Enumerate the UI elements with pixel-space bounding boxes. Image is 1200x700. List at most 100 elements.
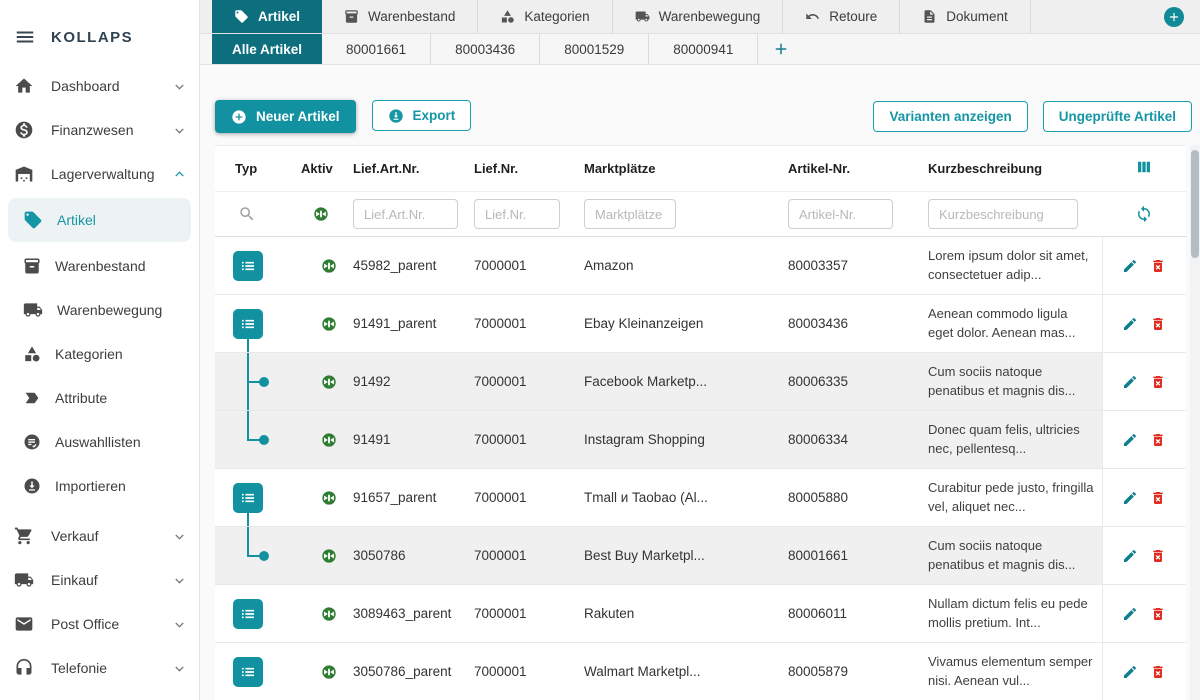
type-list-icon[interactable]	[233, 657, 263, 687]
tab-kategorien[interactable]: Kategorien	[478, 0, 612, 33]
table-row-child[interactable]: 3050786 7000001 Best Buy Marketpl... 800…	[215, 527, 1186, 585]
cell-marktplaetze: Instagram Shopping	[576, 411, 780, 469]
sidebar-item-finanzwesen[interactable]: Finanzwesen	[0, 108, 199, 152]
inventory-box-icon	[23, 257, 41, 275]
sidebar-item-kategorien[interactable]: Kategorien	[0, 332, 199, 376]
edit-icon[interactable]	[1122, 432, 1138, 448]
warehouse-icon	[14, 164, 34, 184]
cell-marktplaetze: Tmall и Taobao (Al...	[576, 469, 780, 527]
table-row-child[interactable]: 91492 7000001 Facebook Marketp... 800063…	[215, 353, 1186, 411]
sidebar-item-post-office[interactable]: Post Office	[0, 602, 199, 646]
sidebar-item-dashboard[interactable]: Dashboard	[0, 64, 199, 108]
button-label: Ungeprüfte Artikel	[1059, 109, 1176, 124]
export-button[interactable]: Export	[372, 100, 472, 131]
edit-icon[interactable]	[1122, 374, 1138, 390]
scrollbar-track[interactable]	[1190, 145, 1200, 700]
sidebar-item-attribute[interactable]: Attribute	[0, 376, 199, 420]
filter-lief-art-nr-input[interactable]	[353, 199, 458, 229]
delete-icon[interactable]	[1150, 548, 1166, 564]
tab-dokument[interactable]: Dokument	[900, 0, 1031, 33]
add-circle-icon	[231, 109, 247, 125]
dollar-circle-icon	[14, 120, 34, 140]
hamburger-menu-icon[interactable]	[14, 26, 36, 48]
sidebar-item-verkauf[interactable]: Verkauf	[0, 514, 199, 558]
tab-retoure[interactable]: Retoure	[783, 0, 900, 33]
delete-icon[interactable]	[1150, 316, 1166, 332]
filter-artikel-nr-input[interactable]	[788, 199, 893, 229]
table-row[interactable]: 45982_parent 7000001 Amazon 80003357 Lor…	[215, 237, 1186, 295]
table-row[interactable]: 3089463_parent 7000001 Rakuten 80006011 …	[215, 585, 1186, 643]
delete-icon[interactable]	[1150, 490, 1166, 506]
delete-icon[interactable]	[1150, 432, 1166, 448]
table-row[interactable]: 91657_parent 7000001 Tmall и Taobao (Al.…	[215, 469, 1186, 527]
cell-lief-art-nr: 45982_parent	[345, 237, 466, 295]
unchecked-articles-button[interactable]: Ungeprüfte Artikel	[1043, 101, 1192, 132]
tab-warenbewegung[interactable]: Warenbewegung	[613, 0, 784, 33]
subtab-article[interactable]: 80000941	[649, 34, 758, 64]
subtab-label: 80001661	[346, 42, 406, 57]
type-list-icon[interactable]	[233, 251, 263, 281]
table-row[interactable]: 3050786_parent 7000001 Walmart Marketpl.…	[215, 643, 1186, 700]
delete-icon[interactable]	[1150, 374, 1166, 390]
tab-warenbestand[interactable]: Warenbestand	[322, 0, 478, 33]
edit-icon[interactable]	[1122, 606, 1138, 622]
tab-label: Artikel	[258, 9, 300, 24]
sidebar-item-artikel[interactable]: Artikel	[8, 198, 191, 242]
subtab-alle-artikel[interactable]: Alle Artikel	[212, 34, 322, 64]
active-status-icon	[321, 664, 338, 680]
tree-node-dot	[259, 435, 269, 445]
type-list-icon[interactable]	[233, 309, 263, 339]
sidebar-item-label: Einkauf	[51, 572, 172, 588]
filter-kurzbeschreibung-input[interactable]	[928, 199, 1078, 229]
column-settings-icon[interactable]	[1135, 158, 1153, 176]
edit-icon[interactable]	[1122, 548, 1138, 564]
edit-icon[interactable]	[1122, 664, 1138, 680]
search-icon[interactable]	[238, 205, 256, 223]
cell-marktplaetze: Facebook Marketp...	[576, 353, 780, 411]
cell-lief-nr: 7000001	[466, 527, 576, 585]
sidebar-item-importieren[interactable]: Importieren	[0, 464, 199, 508]
delete-icon[interactable]	[1150, 606, 1166, 622]
show-variants-button[interactable]: Varianten anzeigen	[873, 101, 1027, 132]
delete-icon[interactable]	[1150, 258, 1166, 274]
sidebar-item-lagerverwaltung[interactable]: Lagerverwaltung	[0, 152, 199, 196]
sidebar-item-einkauf[interactable]: Einkauf	[0, 558, 199, 602]
document-icon	[922, 9, 937, 24]
cell-kurzbeschreibung: Curabitur pede justo, fringilla vel, ali…	[928, 479, 1096, 515]
edit-icon[interactable]	[1122, 316, 1138, 332]
filter-marktplaetze-input[interactable]	[584, 199, 676, 229]
cell-kurzbeschreibung: Cum sociis natoque penatibus et magnis d…	[928, 537, 1096, 573]
refresh-icon[interactable]	[1135, 205, 1153, 223]
tab-artikel[interactable]: Artikel	[212, 0, 322, 33]
cell-artikel-nr: 80006011	[780, 585, 920, 643]
add-module-tab-button[interactable]	[1164, 7, 1184, 27]
sidebar-header: KOLLAPS	[0, 0, 199, 64]
filter-lief-nr-input[interactable]	[474, 199, 560, 229]
cell-marktplaetze: Ebay Kleinanzeigen	[576, 295, 780, 353]
sidebar-item-auswahllisten[interactable]: Auswahllisten	[0, 420, 199, 464]
tree-line	[247, 339, 249, 353]
sidebar-item-warenbewegung[interactable]: Warenbewegung	[0, 288, 199, 332]
truck-icon	[23, 300, 43, 320]
subtab-article[interactable]: 80001529	[540, 34, 649, 64]
chevron-down-icon	[172, 529, 187, 544]
active-filter-toggle-icon[interactable]	[313, 206, 330, 222]
table-row-child[interactable]: 91491 7000001 Instagram Shopping 8000633…	[215, 411, 1186, 469]
type-list-icon[interactable]	[233, 599, 263, 629]
edit-icon[interactable]	[1122, 490, 1138, 506]
button-label: Neuer Artikel	[256, 109, 340, 124]
table-row[interactable]: 91491_parent 7000001 Ebay Kleinanzeigen …	[215, 295, 1186, 353]
chevron-down-icon	[172, 617, 187, 632]
type-list-icon[interactable]	[233, 483, 263, 513]
new-article-button[interactable]: Neuer Artikel	[215, 100, 356, 133]
delete-icon[interactable]	[1150, 664, 1166, 680]
subtab-article[interactable]: 80003436	[431, 34, 540, 64]
cell-kurzbeschreibung: Nullam dictum felis eu pede mollis preti…	[928, 595, 1096, 631]
sidebar-item-telefonie[interactable]: Telefonie	[0, 646, 199, 690]
sidebar-item-warenbestand[interactable]: Warenbestand	[0, 244, 199, 288]
cell-lief-nr: 7000001	[466, 469, 576, 527]
subtab-article[interactable]: 80001661	[322, 34, 431, 64]
scrollbar-thumb[interactable]	[1191, 150, 1199, 258]
edit-icon[interactable]	[1122, 258, 1138, 274]
add-article-tab-button[interactable]	[772, 40, 790, 58]
